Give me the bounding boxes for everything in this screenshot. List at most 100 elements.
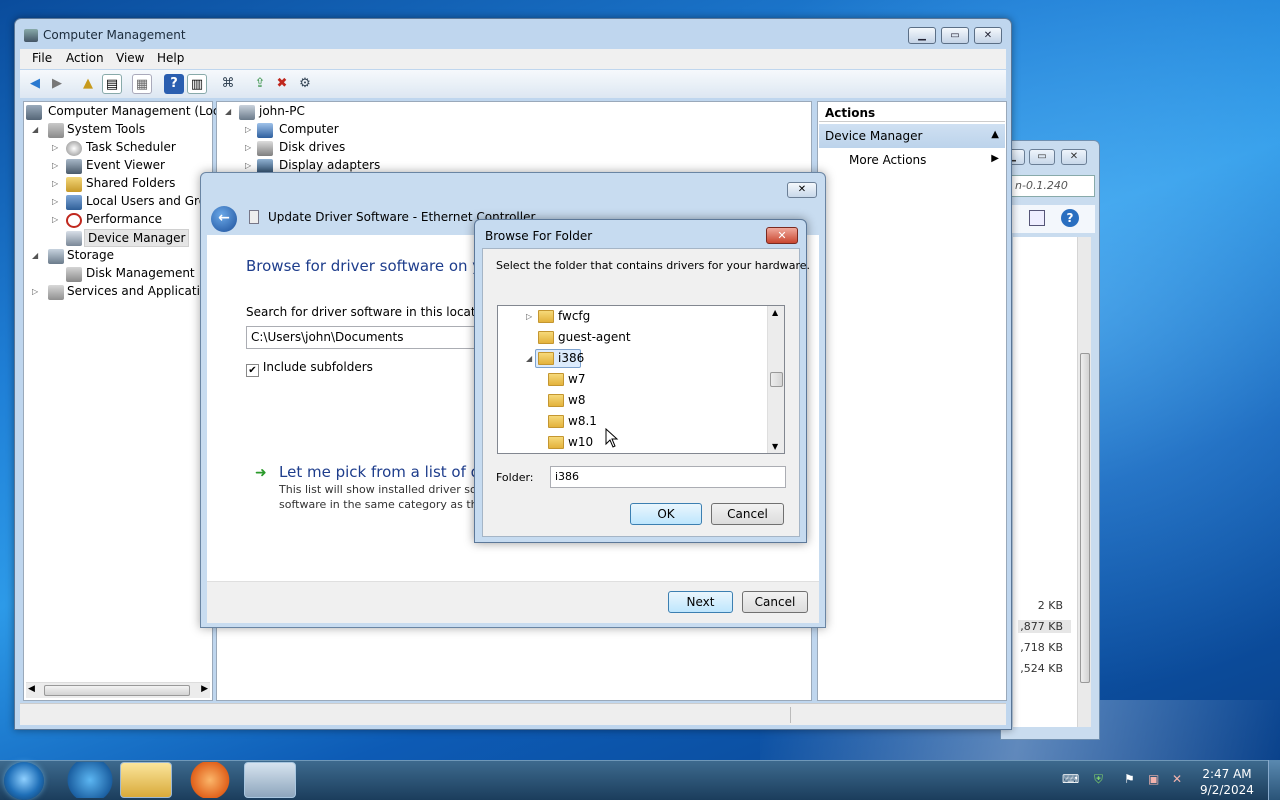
close-icon[interactable]: ✕	[766, 227, 798, 244]
close-icon[interactable]: ✕	[974, 27, 1002, 44]
maximize-icon[interactable]: ▭	[941, 27, 969, 44]
uninstall-icon[interactable]: ✖	[272, 74, 292, 94]
wizard-heading: Browse for driver software on yo	[246, 257, 491, 275]
scroll-thumb[interactable]	[1080, 353, 1090, 683]
volume-muted-icon[interactable]: ✕	[1172, 772, 1182, 786]
security-shield-icon[interactable]: ⛨	[1094, 772, 1103, 787]
expand-arrow-icon[interactable]: ◢	[225, 107, 231, 116]
browse-for-folder-dialog[interactable]: Browse For Folder ✕ Select the folder th…	[474, 219, 810, 543]
tree-item-label: Services and Applications	[67, 284, 222, 298]
show-hide-tree-icon[interactable]: ▤	[102, 74, 122, 94]
status-divider	[790, 707, 791, 723]
back-arrow-icon[interactable]: ←	[211, 206, 237, 232]
category-label: Disk drives	[279, 140, 346, 154]
close-icon[interactable]: ✕	[787, 182, 817, 198]
scroll-up-icon[interactable]: ▲	[772, 308, 778, 317]
actions-header: Actions	[819, 102, 1005, 122]
collapsed-arrow-icon[interactable]: ▷	[245, 125, 251, 134]
computer-management-icon	[26, 105, 42, 120]
scroll-left-icon[interactable]: ◀	[28, 684, 35, 694]
background-toolbar: ?	[1011, 205, 1095, 233]
actions-section-label: Device Manager	[825, 129, 923, 143]
actions-section-device-manager[interactable]: Device Manager ▲	[819, 124, 1005, 148]
scroll-right-icon[interactable]: ▶	[201, 684, 208, 694]
collapsed-arrow-icon[interactable]: ▷	[245, 161, 251, 170]
properties-icon[interactable]: ▦	[132, 74, 152, 94]
cancel-button[interactable]: Cancel	[711, 503, 784, 525]
menu-view[interactable]: View	[116, 51, 144, 65]
internet-explorer-icon[interactable]	[64, 762, 116, 798]
search-box[interactable]: n-0.1.240	[1011, 175, 1095, 197]
cancel-button[interactable]: Cancel	[742, 591, 808, 613]
shared-folder-icon	[66, 177, 82, 192]
collapsed-arrow-icon[interactable]: ▷	[52, 215, 58, 224]
background-window[interactable]: ▁ ▭ ✕ n-0.1.240 ? 2 KB ,877 KB ,718 KB ,…	[999, 140, 1100, 740]
expand-arrow-icon[interactable]: ◢	[32, 251, 38, 260]
collapsed-arrow-icon[interactable]: ▷	[52, 197, 58, 206]
folder-label: w10	[568, 435, 594, 449]
clock-date: 9/2/2024	[1200, 783, 1254, 797]
scroll-thumb[interactable]	[44, 685, 190, 696]
device-manager-icon	[66, 231, 82, 246]
back-arrow-icon[interactable]: ◀	[25, 74, 45, 94]
green-arrow-icon: ➜	[255, 465, 267, 481]
scan-hardware-icon[interactable]: ⌘	[218, 74, 238, 94]
computer-management-icon	[24, 29, 38, 42]
expand-arrow-icon[interactable]: ◢	[526, 354, 532, 363]
submenu-arrow-icon: ▶	[991, 153, 999, 164]
media-player-icon[interactable]	[184, 762, 236, 798]
menu-action[interactable]: Action	[66, 51, 104, 65]
collapse-up-icon[interactable]: ▲	[991, 129, 999, 140]
show-desktop-button[interactable]	[1268, 760, 1280, 800]
start-button[interactable]	[4, 762, 44, 800]
keyboard-icon[interactable]: ⌨	[1062, 772, 1079, 786]
search-box-text: n-0.1.240	[1015, 179, 1068, 192]
close-icon[interactable]: ✕	[1061, 149, 1087, 165]
expand-arrow-icon[interactable]: ◢	[32, 125, 38, 134]
collapsed-arrow-icon[interactable]: ▷	[52, 143, 58, 152]
enable-device-icon[interactable]: ⚙	[295, 74, 315, 94]
network-disconnected-icon[interactable]: ▣	[1148, 772, 1159, 786]
minimize-icon[interactable]: ▁	[908, 27, 936, 44]
show-hide-action-pane-icon[interactable]: ▥	[187, 74, 207, 94]
up-folder-icon[interactable]: ▲	[78, 74, 98, 94]
collapsed-arrow-icon[interactable]: ▷	[32, 287, 38, 296]
more-actions-item[interactable]: More Actions ▶	[819, 150, 1005, 170]
scroll-thumb[interactable]	[770, 372, 783, 387]
computer-management-taskbar-icon[interactable]	[244, 762, 296, 798]
system-clock[interactable]: 2:47 AM 9/2/2024	[1196, 766, 1258, 798]
forward-arrow-icon[interactable]: ▶	[47, 74, 67, 94]
horizontal-scrollbar[interactable]: ◀ ▶	[26, 682, 210, 698]
services-icon	[48, 285, 64, 300]
help-icon[interactable]: ?	[1061, 209, 1079, 227]
file-explorer-icon[interactable]	[120, 762, 172, 798]
next-button[interactable]: Next	[668, 591, 733, 613]
maximize-icon[interactable]: ▭	[1029, 149, 1055, 165]
menu-help[interactable]: Help	[157, 51, 184, 65]
actions-pane	[817, 101, 1007, 701]
include-subfolders-checkbox[interactable]: ✔ Include subfolders	[246, 360, 373, 377]
collapsed-arrow-icon[interactable]: ▷	[52, 179, 58, 188]
checkbox-checked-icon[interactable]: ✔	[246, 364, 259, 377]
folder-icon	[548, 394, 564, 407]
collapsed-arrow-icon[interactable]: ▷	[526, 312, 532, 321]
scroll-down-icon[interactable]: ▼	[772, 442, 778, 451]
pane-layout-icon[interactable]	[1029, 210, 1045, 226]
action-center-flag-icon[interactable]: ⚑	[1124, 772, 1135, 786]
help-icon[interactable]: ?	[164, 74, 184, 94]
menu-file[interactable]: File	[32, 51, 52, 65]
collapsed-arrow-icon[interactable]: ▷	[52, 161, 58, 170]
pick-from-list-link[interactable]: Let me pick from a list of dev	[279, 463, 498, 481]
vertical-scrollbar[interactable]	[1077, 237, 1091, 727]
update-driver-icon[interactable]: ⇪	[250, 74, 270, 94]
collapsed-arrow-icon[interactable]: ▷	[245, 143, 251, 152]
vertical-scrollbar[interactable]: ▲ ▼	[767, 306, 784, 453]
menu-bar: File Action View Help	[20, 49, 1006, 69]
folder-label: w8.1	[568, 414, 597, 428]
category-label: Display adapters	[279, 158, 381, 172]
folder-input[interactable]: i386	[550, 466, 786, 488]
ok-button[interactable]: OK	[630, 503, 702, 525]
driver-path-input[interactable]: C:\Users\john\Documents	[246, 326, 476, 349]
folder-tree[interactable]: ▷ fwcfg guest-agent ◢ i386 w7 w8 w8.1 w1…	[497, 305, 785, 454]
folder-icon	[538, 310, 554, 323]
